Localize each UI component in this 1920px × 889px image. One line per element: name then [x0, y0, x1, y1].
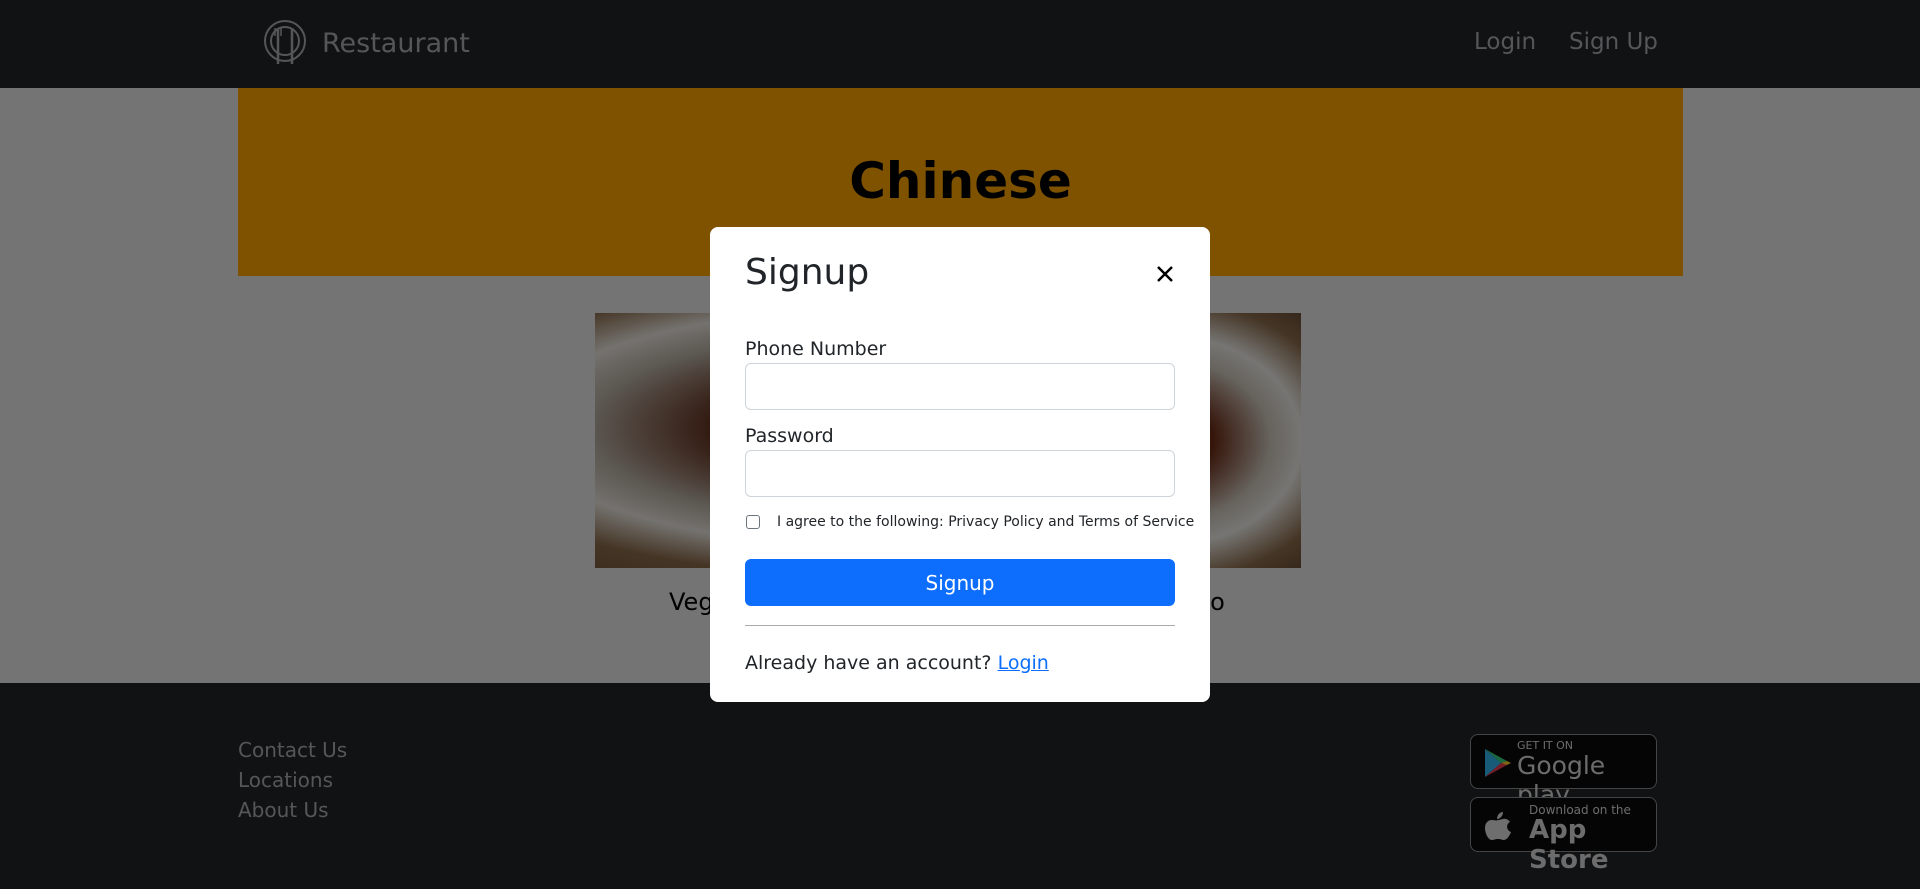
divider — [745, 625, 1175, 626]
agree-checkbox[interactable] — [746, 515, 760, 529]
password-input[interactable] — [745, 450, 1175, 497]
login-link[interactable]: Login — [998, 652, 1049, 674]
close-icon — [1157, 266, 1173, 282]
password-label: Password — [745, 425, 834, 447]
phone-label: Phone Number — [745, 338, 887, 360]
signup-modal: Signup Phone Number Password I agree to … — [710, 227, 1210, 702]
close-button[interactable] — [1148, 257, 1182, 291]
signup-submit-button[interactable]: Signup — [745, 559, 1175, 606]
modal-title: Signup — [745, 252, 870, 293]
phone-input[interactable] — [745, 363, 1175, 410]
agree-text: I agree to the following: Privacy Policy… — [777, 514, 1195, 530]
login-prompt: Already have an account? Login — [745, 652, 1049, 674]
login-prompt-text: Already have an account? — [745, 652, 992, 674]
